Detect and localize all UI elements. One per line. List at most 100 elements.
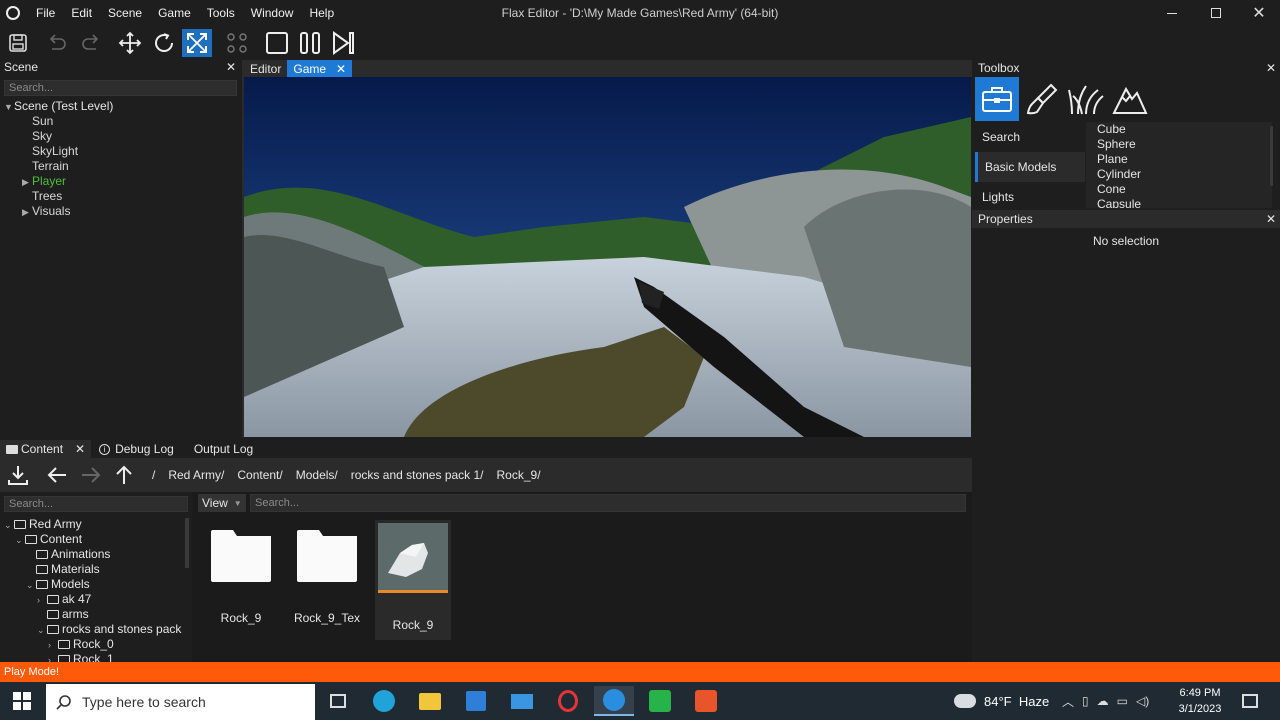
scene-item[interactable]: Sky (4, 129, 242, 144)
model-item[interactable]: Plane (1097, 152, 1272, 167)
close-icon[interactable]: ✕ (336, 62, 346, 76)
flax-editor-button[interactable] (594, 686, 634, 716)
breadcrumb-item[interactable]: Models/ (296, 468, 338, 482)
opera-button[interactable] (548, 686, 588, 716)
tab-output-log[interactable]: Output Log (182, 442, 265, 456)
menu-scene[interactable]: Scene (100, 6, 150, 20)
menu-file[interactable]: File (28, 6, 63, 20)
scene-search-input[interactable]: Search... (4, 80, 237, 96)
chevron-right-icon[interactable]: › (48, 653, 58, 662)
device-icon[interactable]: ▯ (1082, 694, 1089, 708)
network-icon[interactable]: ▭ (1117, 694, 1128, 708)
content-tree-item[interactable]: ⌄ Content (4, 532, 192, 547)
chevron-down-icon[interactable]: ▼ (4, 100, 14, 115)
file-explorer-button[interactable] (410, 686, 450, 716)
stop-button[interactable] (262, 29, 292, 57)
close-icon[interactable]: ✕ (1266, 212, 1276, 226)
snap-button[interactable] (222, 29, 252, 57)
toolbox-tab-terrain[interactable] (1110, 79, 1150, 119)
scale-tool-button[interactable] (182, 29, 212, 57)
close-icon[interactable]: ✕ (1266, 61, 1276, 75)
chevron-down-icon[interactable]: ⌄ (4, 518, 14, 533)
taskbar-search-input[interactable]: Type here to search (46, 684, 315, 720)
model-item[interactable]: Cone (1097, 182, 1272, 197)
mail-button[interactable] (502, 686, 542, 716)
store-button[interactable] (456, 686, 496, 716)
menu-edit[interactable]: Edit (63, 6, 100, 20)
import-button[interactable] (3, 461, 33, 489)
toolbox-category-search[interactable]: Search (975, 122, 1085, 152)
breadcrumb-item[interactable]: / (152, 468, 155, 482)
edge-button[interactable] (364, 686, 404, 716)
chevron-down-icon[interactable]: ⌄ (26, 578, 36, 593)
minimize-button[interactable] (1150, 0, 1194, 26)
toolbox-tab-foliage[interactable] (1066, 79, 1106, 119)
content-tree-item[interactable]: ⌄ Red Army (4, 517, 192, 532)
menu-tools[interactable]: Tools (199, 6, 243, 20)
model-item[interactable]: Cube (1097, 122, 1272, 137)
content-tree-item[interactable]: › Rock_0 (4, 637, 192, 652)
step-frame-button[interactable] (329, 29, 359, 57)
model-item[interactable]: Capsule (1097, 197, 1272, 208)
menu-help[interactable]: Help (301, 6, 342, 20)
weather-widget[interactable]: 84°F Haze (954, 686, 1049, 716)
close-icon[interactable]: ✕ (226, 60, 236, 74)
menu-window[interactable]: Window (243, 6, 302, 20)
toolbox-category-basic-models[interactable]: Basic Models (975, 152, 1085, 182)
asset-item[interactable]: Rock_9 (206, 524, 276, 632)
breadcrumb-item[interactable]: Red Army/ (168, 468, 224, 482)
camtasia-button[interactable] (640, 686, 680, 716)
scene-item[interactable]: ▶ Player (4, 174, 242, 189)
content-tree-item[interactable]: ⌄ Models (4, 577, 192, 592)
content-tree-item[interactable]: Animations (4, 547, 192, 562)
tab-game[interactable]: Game ✕ (287, 60, 353, 77)
redo-button[interactable] (76, 29, 106, 57)
scrollbar[interactable] (185, 518, 189, 568)
rotate-tool-button[interactable] (149, 29, 179, 57)
tab-debug-log[interactable]: i Debug Log (91, 442, 182, 456)
translate-tool-button[interactable] (115, 29, 145, 57)
chevron-right-icon[interactable]: ▶ (22, 205, 32, 220)
forward-button[interactable] (76, 461, 106, 489)
asset-item-selected[interactable]: Rock_9 (375, 520, 451, 640)
close-window-button[interactable]: ✕ (1237, 0, 1280, 26)
menu-game[interactable]: Game (150, 6, 199, 20)
content-tree-item[interactable]: › Rock_1 (4, 652, 192, 662)
asset-item[interactable]: Rock_9_Tex (292, 524, 362, 632)
content-search-input[interactable]: Search... (250, 494, 966, 512)
chevron-right-icon[interactable]: › (37, 593, 47, 608)
notifications-button[interactable] (1230, 686, 1270, 716)
chevron-down-icon[interactable]: ⌄ (37, 623, 47, 638)
toolbox-tab-paint[interactable] (1022, 79, 1062, 119)
scene-item[interactable]: SkyLight (4, 144, 242, 159)
tab-editor[interactable]: Editor (244, 60, 287, 77)
scene-item[interactable]: Trees (4, 189, 242, 204)
onedrive-icon[interactable]: ☁ (1097, 694, 1109, 708)
content-tree-item[interactable]: arms (4, 607, 192, 622)
scene-item[interactable]: Sun (4, 114, 242, 129)
recorder-button[interactable] (686, 686, 726, 716)
scene-item[interactable]: Terrain (4, 159, 242, 174)
chevron-down-icon[interactable]: ⌄ (15, 533, 25, 548)
breadcrumb-item[interactable]: Rock_9/ (497, 468, 541, 482)
save-button[interactable] (3, 29, 33, 57)
content-tree-search-input[interactable]: Search... (4, 496, 188, 512)
volume-icon[interactable]: ◁) (1136, 694, 1149, 708)
content-tree-item[interactable]: › ak 47 (4, 592, 192, 607)
clock[interactable]: 6:49 PM 3/1/2023 (1168, 685, 1232, 717)
scrollbar[interactable] (1270, 126, 1273, 186)
toolbox-category-lights[interactable]: Lights (975, 182, 1085, 212)
breadcrumb-item[interactable]: Content/ (237, 468, 282, 482)
content-tree-item[interactable]: ⌄ rocks and stones pack (4, 622, 192, 637)
game-viewport[interactable] (244, 77, 971, 437)
model-item[interactable]: Cylinder (1097, 167, 1272, 182)
close-icon[interactable]: ✕ (75, 442, 85, 456)
restore-button[interactable] (1194, 0, 1238, 26)
chevron-up-icon[interactable]: ︿ (1062, 693, 1074, 710)
scene-root-item[interactable]: ▼Scene (Test Level) (4, 99, 242, 114)
view-dropdown[interactable]: View ▼ (198, 494, 246, 512)
scene-item[interactable]: ▶ Visuals (4, 204, 242, 219)
chevron-right-icon[interactable]: ▶ (22, 175, 32, 190)
breadcrumb-item[interactable]: rocks and stones pack 1/ (351, 468, 484, 482)
content-tree-item[interactable]: Materials (4, 562, 192, 577)
